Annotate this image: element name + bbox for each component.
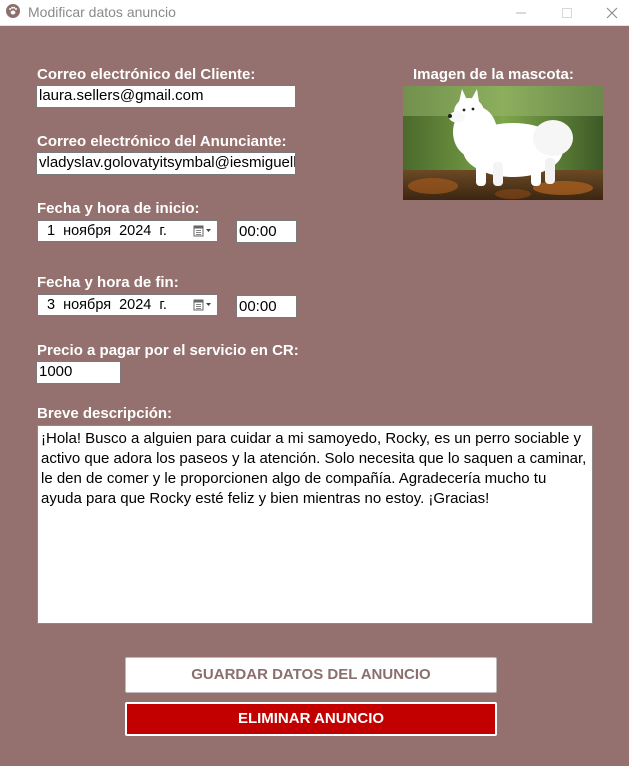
start-time-field[interactable]: 00:00 (236, 220, 297, 243)
window-title: Modificar datos anuncio (28, 4, 176, 20)
pet-photo (403, 86, 603, 200)
end-date-picker[interactable]: 3 ноября 2024 г. (37, 294, 218, 316)
paw-icon (6, 4, 20, 18)
end-datetime-label: Fecha y hora de fin: (37, 274, 179, 291)
close-button[interactable] (589, 0, 629, 25)
start-date-picker[interactable]: 1 ноября 2024 г. (37, 220, 218, 242)
price-label: Precio a pagar por el servicio en CR: (37, 342, 299, 359)
delete-button[interactable]: ELIMINAR ANUNCIO (125, 702, 497, 736)
calendar-dropdown-icon[interactable] (192, 298, 214, 312)
start-datetime-label: Fecha y hora de inicio: (37, 200, 200, 217)
end-date-value: 3 ноября 2024 г. (47, 297, 167, 313)
save-button[interactable]: GUARDAR DATOS DEL ANUNCIO (125, 657, 497, 693)
end-time-field[interactable]: 00:00 (236, 295, 297, 318)
client-email-field[interactable]: laura.sellers@gmail.com (36, 85, 296, 108)
client-email-label: Correo electrónico del Cliente: (37, 66, 256, 83)
title-bar[interactable]: Modificar datos anuncio (0, 0, 629, 26)
maximize-button[interactable] (544, 0, 590, 25)
start-date-value: 1 ноября 2024 г. (47, 223, 167, 239)
description-label: Breve descripción: (37, 405, 173, 422)
calendar-dropdown-icon[interactable] (192, 224, 214, 238)
price-field[interactable]: 1000 (36, 361, 121, 384)
pet-image-label: Imagen de la mascota: (413, 66, 574, 83)
advertiser-email-label: Correo electrónico del Anunciante: (37, 133, 287, 150)
minimize-button[interactable] (498, 0, 544, 25)
advertiser-email-field[interactable]: vladyslav.golovatyitsymbal@iesmiguelherr… (36, 152, 296, 175)
description-textarea[interactable]: ¡Hola! Busco a alguien para cuidar a mi … (37, 425, 593, 624)
